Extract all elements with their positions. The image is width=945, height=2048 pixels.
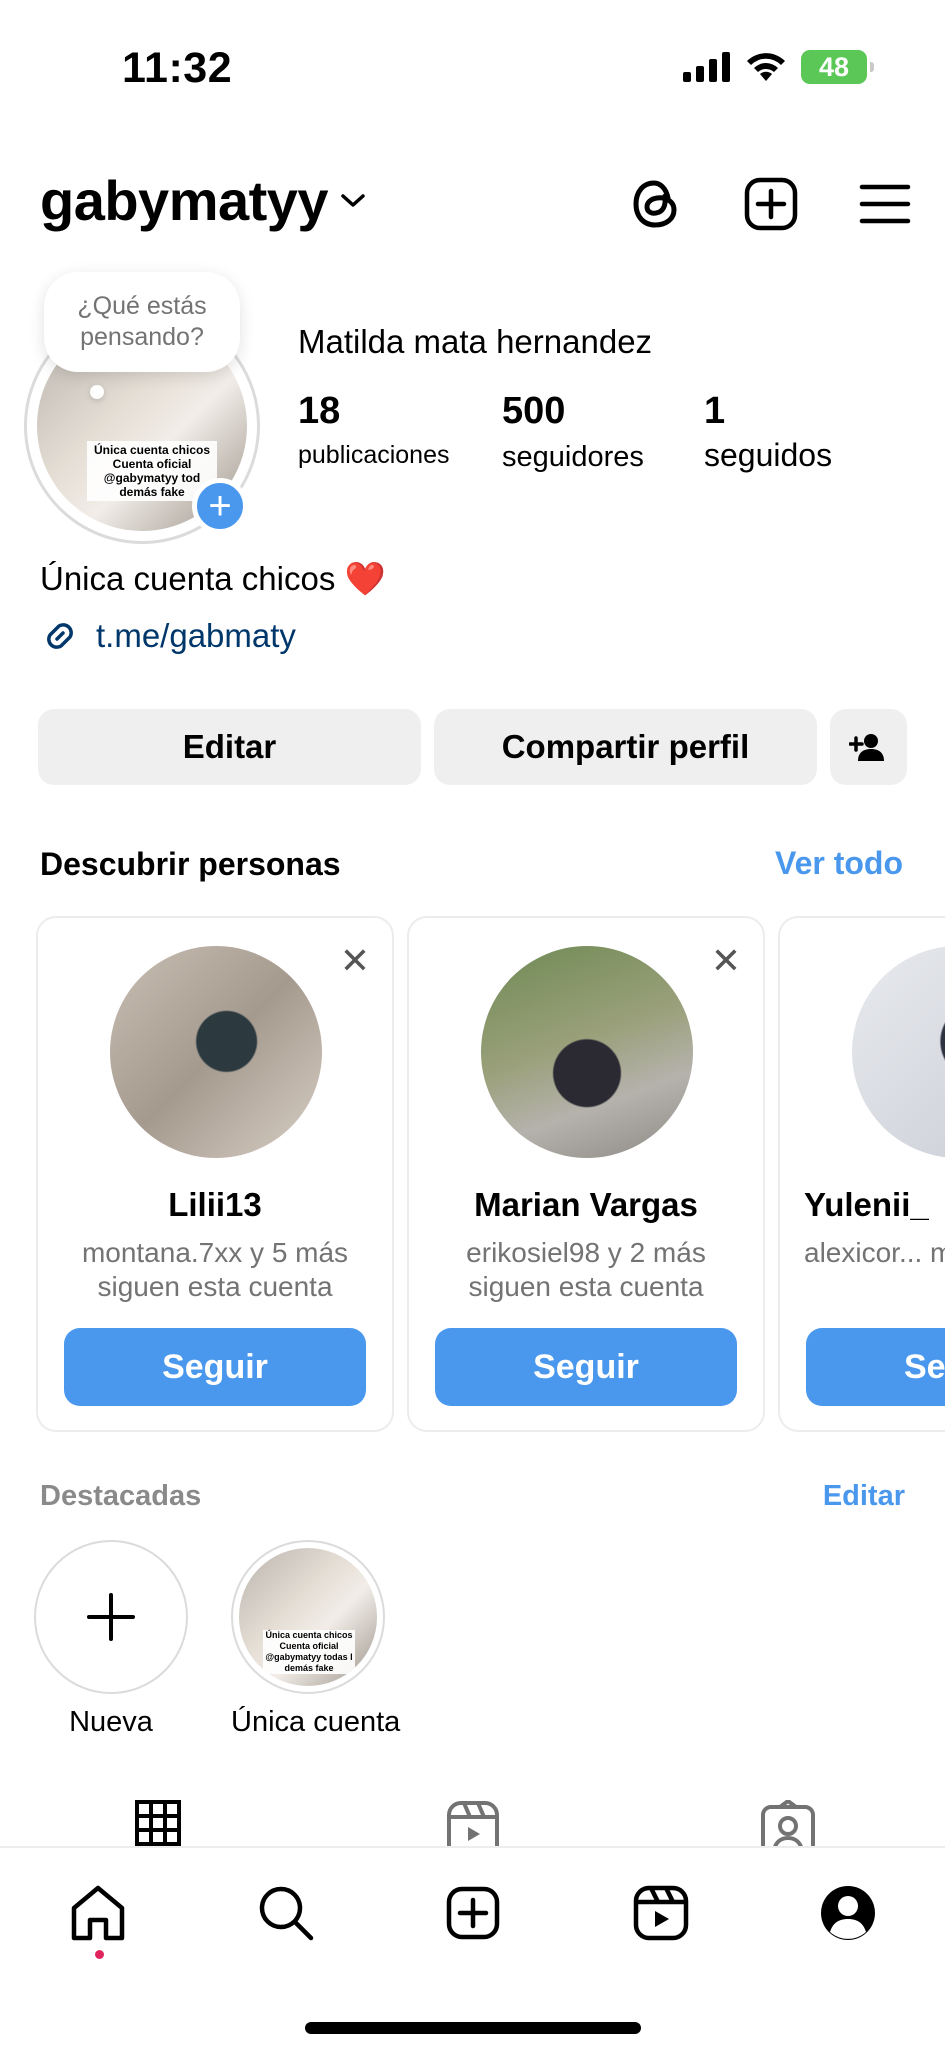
add-story-button[interactable]: + [192, 478, 248, 534]
suggestion-name: Marian Vargas [474, 1186, 698, 1223]
suggestion-name: Lilii13 [168, 1186, 262, 1223]
profile-link[interactable]: t.me/gabmaty [38, 614, 296, 658]
battery-level: 48 [818, 51, 850, 82]
stat-value: 1 [704, 390, 726, 432]
plus-icon [87, 1593, 135, 1641]
chevron-down-icon [341, 193, 365, 207]
status-time: 11:32 [122, 44, 233, 92]
create-icon[interactable] [739, 172, 803, 236]
nav-home[interactable] [63, 1878, 133, 1948]
signal-icon [683, 52, 730, 82]
suggestions-carousel[interactable]: ✕ Lilii13 montana.7xx y 5 más siguen est… [36, 916, 945, 1432]
highlights-edit-link[interactable]: Editar [823, 1480, 905, 1513]
highlight-cover-caption: Única cuenta chicos Cuenta oficial @gaby… [263, 1630, 355, 1674]
profile-actions: Editar Compartir perfil [38, 709, 907, 785]
link-text: t.me/gabmaty [96, 617, 296, 654]
stat-value: 500 [502, 390, 566, 432]
highlight-item[interactable]: Única cuenta chicos Cuenta oficial @gaby… [231, 1540, 401, 1739]
bottom-nav [0, 1846, 945, 2048]
nav-search[interactable] [251, 1878, 321, 1948]
suggestion-subtitle: erikosiel98 y 2 más siguen esta cuenta [466, 1237, 706, 1302]
status-indicators: 48 [683, 50, 874, 84]
discover-people-button[interactable] [830, 709, 907, 785]
stat-label: seguidos [704, 437, 833, 473]
suggestion-avatar[interactable] [110, 946, 322, 1158]
account-switcher[interactable]: gabymatyy [40, 168, 368, 233]
close-icon[interactable]: ✕ [340, 940, 370, 982]
threads-icon[interactable] [625, 172, 689, 236]
suggestion-subtitle: alexicor... más sigue... [804, 1237, 945, 1268]
discover-title: Descubrir personas [40, 846, 341, 882]
stat-label: seguidores [502, 441, 644, 473]
suggestion-name: Yulenii_ [804, 1186, 929, 1223]
search-icon [259, 1886, 314, 1941]
reels-tab-icon[interactable] [446, 1800, 500, 1848]
new-highlight-circle[interactable] [34, 1540, 188, 1694]
suggestion-avatar[interactable] [481, 946, 693, 1158]
suggestion-subtitle: montana.7xx y 5 más siguen esta cuenta [81, 1237, 349, 1302]
nav-profile[interactable] [813, 1878, 883, 1948]
stat-followers[interactable]: 500 seguidores [502, 390, 704, 474]
note-bubble[interactable]: ¿Qué estás pensando? [44, 272, 240, 372]
suggestion-avatar[interactable] [852, 946, 945, 1158]
status-bar: 11:32 48 [0, 0, 945, 130]
display-name: Matilda mata hernandez [298, 323, 653, 360]
stat-posts[interactable]: 18 publicaciones [298, 390, 502, 474]
suggestion-card[interactable]: Yulenii_ alexicor... más sigue... Se [778, 916, 945, 1432]
reels-icon [633, 1885, 689, 1941]
content-tabs [0, 1790, 945, 1848]
link-icon [47, 623, 73, 649]
follow-button[interactable]: Seguir [435, 1328, 737, 1406]
heart-emoji: ❤️ [344, 560, 386, 597]
wifi-icon [747, 53, 785, 81]
menu-icon[interactable] [853, 172, 917, 236]
stat-label: publicaciones [298, 441, 450, 469]
suggestion-card[interactable]: ✕ Marian Vargas erikosiel98 y 2 más sigu… [407, 916, 765, 1432]
grid-icon[interactable] [135, 1800, 181, 1848]
highlight-label: Única cuenta [231, 1706, 401, 1738]
tagged-icon[interactable] [760, 1800, 816, 1848]
add-person-icon [848, 734, 884, 761]
note-bubble-tail [90, 385, 104, 399]
home-indicator[interactable] [305, 2022, 641, 2034]
bio: Única cuenta chicos ❤️ [40, 560, 386, 599]
create-post-icon [446, 1886, 500, 1940]
bio-text: Única cuenta chicos [40, 560, 336, 597]
see-all-link[interactable]: Ver todo [775, 845, 903, 882]
highlight-circle[interactable]: Única cuenta chicos Cuenta oficial @gaby… [231, 1540, 385, 1694]
share-profile-button[interactable]: Compartir perfil [434, 709, 817, 785]
header-actions [625, 172, 917, 236]
close-icon[interactable]: ✕ [711, 940, 741, 982]
nav-reels[interactable] [626, 1878, 696, 1948]
nav-create[interactable] [438, 1878, 508, 1948]
home-icon [71, 1885, 125, 1941]
stat-following[interactable]: 1 seguidos [704, 390, 832, 474]
highlights-title: Destacadas [40, 1480, 202, 1512]
follow-button[interactable]: Se [806, 1328, 945, 1406]
edit-profile-button[interactable]: Editar [38, 709, 421, 785]
profile-stats: 18 publicaciones 500 seguidores 1 seguid… [298, 390, 832, 474]
suggestion-card[interactable]: ✕ Lilii13 montana.7xx y 5 más siguen est… [36, 916, 394, 1432]
highlight-cover: Única cuenta chicos Cuenta oficial @gaby… [239, 1548, 377, 1686]
profile-icon [821, 1886, 875, 1940]
stat-value: 18 [298, 390, 341, 432]
notification-dot [95, 1950, 104, 1959]
new-highlight[interactable]: Nueva [34, 1540, 188, 1739]
battery-icon: 48 [801, 50, 874, 84]
username: gabymatyy [40, 169, 329, 232]
highlight-label: Nueva [69, 1706, 153, 1738]
follow-button[interactable]: Seguir [64, 1328, 366, 1406]
